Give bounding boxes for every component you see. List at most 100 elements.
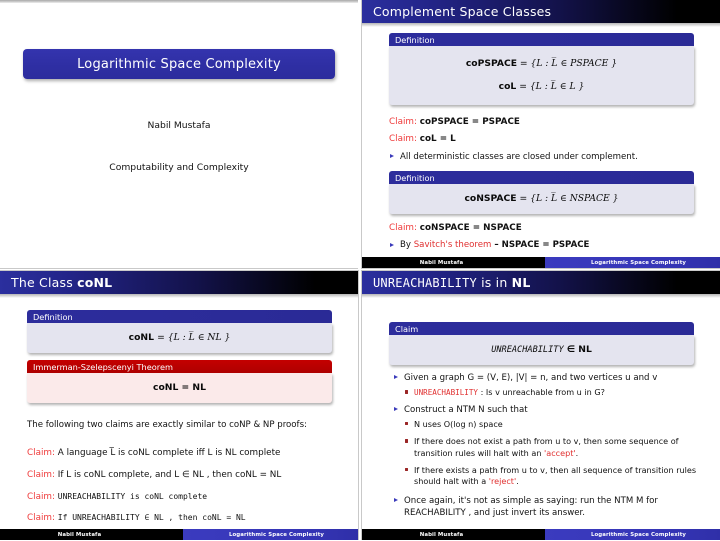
- claim-row: Claim: UNREACHABILITY is coNL complete: [27, 491, 347, 504]
- bullet-list: All deterministic classes are closed und…: [389, 151, 699, 163]
- list-item: N uses O(log n) space: [404, 419, 711, 430]
- block-header: Definition: [389, 171, 694, 184]
- block-body: coNL = NL: [27, 373, 332, 403]
- claim-row: Claim: coL = L: [389, 133, 699, 146]
- claim-label: Claim:: [27, 448, 55, 458]
- equals-sign: =: [519, 58, 531, 69]
- block-header: Definition: [389, 33, 694, 46]
- savitch-theorem-emphasis: Savitch's theorem: [413, 240, 492, 251]
- footer-author: Nabil Mustafa: [0, 529, 183, 540]
- list-item: If there exists a path from u to v, then…: [404, 465, 711, 488]
- claim-text: If UNREACHABILITY ∈ NL , then coNL = NL: [57, 513, 246, 523]
- block-definition-conspace: Definition coNSPACE = {L : L̅ ∈ NSPACE }: [389, 171, 694, 214]
- list-item: If there does not exist a path from u to…: [404, 436, 711, 459]
- claim-row: Claim: coPSPACE = PSPACE: [389, 116, 699, 129]
- col-lhs: coL: [498, 81, 517, 92]
- claim-row: Claim: coNSPACE = NSPACE: [389, 222, 699, 235]
- claim-label: Claim:: [389, 223, 417, 233]
- slide-header-title: Complement Space Classes: [373, 4, 552, 19]
- top-rule: [0, 0, 358, 3]
- theorem-line: coNL = NL: [33, 379, 326, 396]
- definition-line-conspace: coNSPACE = {L : L̅ ∈ NSPACE }: [395, 190, 688, 207]
- accept-emphasis: 'accept': [544, 447, 576, 458]
- block-body: coNL = {L : L̅ ∈ NL }: [27, 323, 332, 353]
- slide-footer: Nabil Mustafa Logarithmic Space Complexi…: [362, 257, 720, 268]
- slide-header-bar: Complement Space Classes: [362, 0, 720, 23]
- claim-text: UNREACHABILITY is coNL complete: [57, 491, 208, 501]
- header-mono-term: UNREACHABILITY: [373, 276, 477, 290]
- unreachability-term: UNREACHABILITY: [414, 388, 479, 398]
- conl-claims-group: Claim: A language L̅ is coNL complete if…: [27, 447, 347, 530]
- equals-sign: =: [519, 81, 530, 92]
- claims-group-1: Claim: coPSPACE = PSPACE Claim: coL = L …: [389, 116, 699, 163]
- unreach-bullet-group: Given a graph G = (V, E), |V| = n, and t…: [393, 372, 711, 519]
- block-body: coPSPACE = {L : L̅ ∈ PSPACE } coL = {L :…: [389, 46, 694, 105]
- slide-header-title: UNREACHABILITY is in NL: [362, 275, 530, 290]
- block-header: Claim: [389, 322, 694, 335]
- list-item: By Savitch's theorem – NSPACE = PSPACE: [389, 239, 699, 251]
- block-claim-unreachability: Claim UNREACHABILITY ∈ NL: [389, 322, 694, 365]
- claim-text: A language L̅ is coNL complete iff L is …: [57, 448, 281, 458]
- conl-lhs: coNL: [128, 332, 158, 343]
- header-bold: coNL: [77, 275, 113, 290]
- definition-line-col: coL = {L : L̅ ∈ L }: [395, 75, 688, 98]
- claim-label: Claim:: [389, 117, 417, 127]
- claim-line: UNREACHABILITY ∈ NL: [395, 341, 688, 358]
- presentation-institute: Computability and Complexity: [109, 162, 249, 173]
- sub-bullet-list: UNREACHABILITY : Is v unreachable from u…: [404, 387, 711, 399]
- definition-line-copspace: coPSPACE = {L : L̅ ∈ PSPACE }: [395, 52, 688, 75]
- block-body: coNSPACE = {L : L̅ ∈ NSPACE }: [389, 184, 694, 214]
- header-prefix: The Class: [11, 275, 78, 290]
- reject-emphasis: 'reject': [488, 476, 517, 487]
- header-mid: is in: [476, 275, 512, 290]
- slide-unreachability-in-nl: UNREACHABILITY is in NL Claim UNREACHABI…: [360, 270, 720, 540]
- theorem-statement: coNL = NL: [153, 382, 206, 393]
- bullet-prefix: By: [400, 240, 414, 251]
- slide-header-bar: UNREACHABILITY is in NL: [362, 271, 720, 294]
- slide-header-bar: The Class coNL: [0, 271, 358, 294]
- header-bold: NL: [511, 275, 531, 290]
- footer-author: Nabil Mustafa: [362, 257, 545, 268]
- copspace-lhs: coPSPACE: [465, 58, 517, 69]
- conspace-lhs: coNSPACE: [464, 193, 517, 204]
- slide-the-class-conl: The Class coNL Definition coNL = {L : L̅…: [0, 270, 360, 540]
- footer-author: Nabil Mustafa: [362, 529, 545, 540]
- block-theorem-immerman-szelepscenyi: Immerman-Szelepscenyi Theorem coNL = NL: [27, 360, 332, 403]
- slide-footer: Nabil Mustafa Logarithmic Space Complexi…: [0, 529, 358, 540]
- claim-label: Claim:: [27, 513, 55, 524]
- slide-unreach-canvas: UNREACHABILITY is in NL Claim UNREACHABI…: [362, 271, 720, 540]
- list-item: Given a graph G = (V, E), |V| = n, and t…: [393, 372, 711, 399]
- block-definition-conl: Definition coNL = {L : L̅ ∈ NL }: [27, 310, 332, 353]
- presentation-title: Logarithmic Space Complexity: [77, 56, 281, 72]
- slide-footer: Nabil Mustafa Logarithmic Space Complexi…: [362, 529, 720, 540]
- claim-row: Claim: If UNREACHABILITY ∈ NL , then coN…: [27, 512, 347, 525]
- sub-bullet-list: N uses O(log n) space If there does not …: [404, 419, 711, 488]
- footer-title: Logarithmic Space Complexity: [183, 529, 358, 540]
- sub-item-rest: : Is v unreachable from u in G?: [478, 387, 605, 398]
- definition-line-conl: coNL = {L : L̅ ∈ NL }: [33, 329, 326, 346]
- claim-label: Claim:: [389, 134, 417, 145]
- slide-grid: Logarithmic Space Complexity Nabil Musta…: [0, 0, 720, 541]
- slide-conl-canvas: The Class coNL Definition coNL = {L : L̅…: [0, 271, 358, 540]
- block-header: Immerman-Szelepscenyi Theorem: [27, 360, 332, 373]
- header-shadow: [362, 23, 720, 27]
- list-item: Once again, it's not as simple as saying…: [393, 495, 711, 519]
- slide-title-canvas: Logarithmic Space Complexity Nabil Musta…: [0, 0, 358, 268]
- list-item: UNREACHABILITY : Is v unreachable from u…: [404, 387, 711, 399]
- slide-header-title: The Class coNL: [0, 275, 112, 290]
- claim-label: Claim:: [27, 469, 55, 480]
- copspace-rhs: {L : L̅ ∈ PSPACE }: [530, 58, 618, 69]
- claim-rest: ∈ NL: [563, 344, 592, 355]
- bullet-list: By Savitch's theorem – NSPACE = PSPACE: [389, 239, 699, 251]
- equals-sign: =: [157, 332, 168, 343]
- conl-intro-paragraph: The following two claims are exactly sim…: [27, 420, 307, 430]
- claim-label: Claim:: [27, 491, 55, 502]
- equals-sign: =: [519, 193, 531, 204]
- slide-title: Logarithmic Space Complexity Nabil Musta…: [0, 0, 360, 270]
- claim-text: coPSPACE = PSPACE: [419, 117, 520, 127]
- bullet-suffix: – NSPACE = PSPACE: [491, 240, 590, 251]
- list-item-label: Construct a NTM N such that: [404, 404, 528, 415]
- slide-complement-space-classes: Complement Space Classes Definition coPS…: [360, 0, 720, 270]
- header-shadow: [362, 294, 720, 298]
- footer-title: Logarithmic Space Complexity: [545, 529, 720, 540]
